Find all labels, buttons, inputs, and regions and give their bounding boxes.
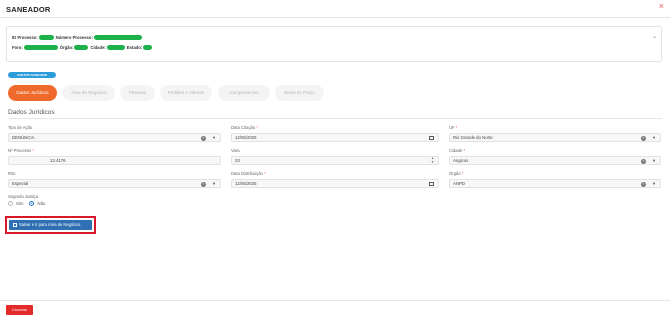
numero-processo-label: Número Processo: bbox=[55, 35, 93, 40]
tipo-acao-value: DENÚNCIA bbox=[12, 135, 35, 140]
tab-baixa-prazo[interactable]: Baixa do Prazo bbox=[275, 85, 324, 101]
clear-icon[interactable]: × bbox=[641, 135, 646, 141]
tipo-acao-label: Tipo de Ação bbox=[8, 125, 33, 130]
radio-sim-label: Sim bbox=[16, 201, 24, 206]
cancel-button[interactable]: Cancelar bbox=[6, 305, 33, 315]
info-row-1: ID Processo: Número Processo: bbox=[12, 35, 144, 40]
rito-value: Especial bbox=[12, 181, 29, 186]
uf-select[interactable]: Rio Grande do Norte × ▼ bbox=[449, 133, 661, 142]
cidade-field-value: Angicos bbox=[453, 158, 469, 163]
tab-pedidos-valores[interactable]: Pedidos e Valores bbox=[160, 85, 212, 101]
chevron-down-icon[interactable]: ⌄ bbox=[652, 33, 657, 40]
data-distribuicao-input[interactable]: 12/05/2025 bbox=[231, 179, 439, 188]
radio-nao[interactable] bbox=[29, 201, 35, 206]
uf-value: Rio Grande do Norte bbox=[453, 135, 493, 140]
caret-down-icon[interactable]: ▼ bbox=[212, 134, 216, 141]
numero-processo-input[interactable]: 13.4176 bbox=[8, 156, 221, 165]
estado-label: Estado: bbox=[126, 45, 143, 50]
foro-label: Foro: bbox=[12, 45, 23, 50]
estado-value bbox=[143, 45, 153, 50]
vara-input[interactable]: 23 ▲ ▼ bbox=[231, 156, 439, 165]
tab-pessoas[interactable]: Pessoas bbox=[120, 85, 155, 101]
stepper-icon[interactable]: ▲ ▼ bbox=[431, 156, 434, 164]
tab-cumprimentos[interactable]: Cumprimentos bbox=[218, 85, 270, 101]
save-and-next-button[interactable]: Salvar e ir para Área de Negócios bbox=[9, 220, 92, 230]
cidade-label: Cidade: bbox=[90, 45, 106, 50]
footer-divider bbox=[0, 300, 670, 301]
process-info-card: ID Processo: Número Processo: Foro: Órgã… bbox=[6, 26, 662, 62]
save-highlight: Salvar e ir para Área de Negócios bbox=[5, 216, 96, 234]
orgao-label: Órgão: bbox=[59, 45, 74, 50]
orgao-value bbox=[74, 45, 89, 50]
rito-label: Rito bbox=[8, 171, 16, 176]
cidade-field-label: Cidade * bbox=[449, 148, 466, 153]
id-processo-value bbox=[38, 35, 54, 40]
caret-down-icon[interactable]: ▼ bbox=[652, 134, 656, 141]
numero-processo-value bbox=[93, 35, 142, 40]
caret-down-icon[interactable]: ▼ bbox=[652, 157, 656, 164]
vara-label: Vara bbox=[231, 148, 240, 153]
modal-title: SANEADOR bbox=[6, 5, 51, 14]
caret-down-icon[interactable]: ▼ bbox=[212, 180, 216, 187]
data-distribuicao-value: 12/05/2025 bbox=[235, 181, 257, 186]
segredo-label: Segredo Justiça bbox=[8, 194, 39, 199]
data-citacao-value: 12/05/2025 bbox=[235, 135, 257, 140]
clear-icon[interactable]: × bbox=[201, 181, 206, 187]
cidade-value bbox=[106, 45, 125, 50]
section-title: Dados Jurídicos bbox=[8, 109, 55, 116]
modal-header: SANEADOR × bbox=[0, 0, 670, 18]
tab-area-negocios[interactable]: Área de Negócios bbox=[63, 85, 115, 101]
numero-processo-field-value: 13.4176 bbox=[50, 158, 66, 163]
cidade-select[interactable]: Angicos × ▼ bbox=[449, 156, 661, 165]
caret-down-icon[interactable]: ▼ bbox=[652, 180, 656, 187]
id-processo-label: ID Processo: bbox=[12, 35, 38, 40]
vara-value: 23 bbox=[235, 158, 240, 163]
rito-select[interactable]: Especial × ▼ bbox=[8, 179, 221, 188]
radio-sim[interactable] bbox=[8, 201, 13, 206]
save-icon bbox=[13, 222, 17, 227]
segredo-radio-group: Sim Não bbox=[8, 201, 45, 206]
data-citacao-label: Data Citação * bbox=[231, 125, 259, 130]
info-row-2: Foro: Órgão: Cidade: Estado: bbox=[12, 45, 154, 50]
orgao-field-value: ANPD bbox=[453, 181, 465, 186]
orgao-field-label: Órgão * bbox=[449, 171, 464, 176]
assunto-badge: ASSUNTO SANEADOR bbox=[8, 72, 56, 78]
numero-processo-field-label: Nº Processo * bbox=[8, 148, 34, 153]
clear-icon[interactable]: × bbox=[201, 135, 206, 141]
uf-label: UF * bbox=[449, 125, 458, 130]
radio-nao-label: Não bbox=[37, 201, 46, 206]
save-button-label: Salvar e ir para Área de Negócios bbox=[19, 222, 81, 227]
saneador-modal: SANEADOR × ID Processo: Número Processo:… bbox=[0, 0, 670, 320]
calendar-icon[interactable] bbox=[429, 135, 434, 140]
calendar-icon[interactable] bbox=[429, 181, 434, 186]
tab-dados-juridicos[interactable]: Dados Jurídicos bbox=[8, 85, 57, 101]
clear-icon[interactable]: × bbox=[641, 158, 646, 164]
data-citacao-input[interactable]: 12/05/2025 bbox=[231, 133, 439, 142]
tipo-acao-select[interactable]: DENÚNCIA × ▼ bbox=[8, 133, 221, 142]
close-icon[interactable]: × bbox=[659, 2, 664, 11]
clear-icon[interactable]: × bbox=[641, 181, 646, 187]
data-distribuicao-label: Data Distribuição * bbox=[231, 171, 266, 176]
section-divider bbox=[8, 118, 662, 119]
orgao-select[interactable]: ANPD × ▼ bbox=[449, 179, 661, 188]
foro-value bbox=[23, 45, 58, 50]
